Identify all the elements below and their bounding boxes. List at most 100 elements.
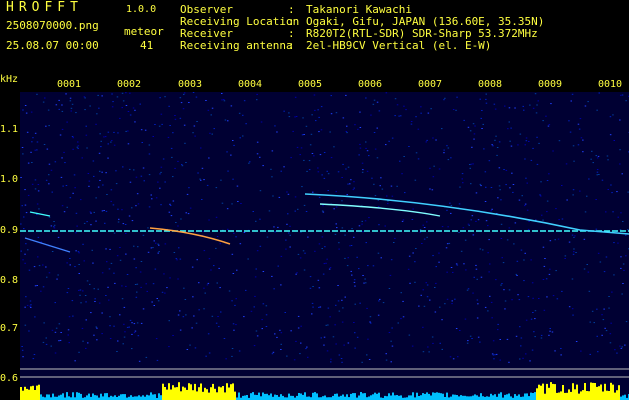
signal-level-bar	[368, 396, 370, 400]
noise-pixel	[358, 225, 361, 227]
noise-pixel	[467, 340, 469, 342]
noise-pixel	[100, 146, 102, 148]
noise-pixel	[95, 326, 97, 328]
noise-pixel	[534, 336, 536, 338]
noise-pixel	[390, 259, 393, 261]
noise-pixel	[438, 261, 440, 263]
noise-pixel	[221, 93, 223, 94]
noise-pixel	[475, 220, 477, 222]
noise-pixel	[327, 324, 329, 326]
noise-pixel	[103, 210, 105, 211]
noise-pixel	[50, 225, 53, 227]
noise-pixel	[36, 285, 38, 286]
noise-pixel	[131, 322, 133, 324]
noise-pixel	[530, 318, 533, 320]
noise-pixel	[24, 204, 27, 206]
noise-pixel	[219, 287, 221, 289]
noise-pixel	[58, 323, 61, 325]
noise-pixel	[313, 155, 315, 157]
noise-pixel	[449, 202, 451, 204]
noise-pixel	[193, 125, 196, 127]
noise-pixel	[125, 253, 127, 255]
noise-pixel	[524, 203, 527, 205]
signal-level-bar	[124, 394, 126, 400]
noise-pixel	[208, 157, 210, 159]
noise-pixel	[335, 304, 337, 306]
signal-level-bar	[214, 388, 216, 400]
noise-pixel	[71, 103, 74, 105]
signal-level-bar	[148, 395, 150, 400]
noise-pixel	[172, 176, 174, 178]
noise-pixel	[465, 269, 467, 271]
signal-level-bar	[38, 384, 40, 400]
noise-pixel	[163, 273, 165, 275]
noise-pixel	[447, 159, 450, 161]
signal-level-bar	[92, 393, 94, 400]
noise-pixel	[136, 283, 139, 285]
noise-pixel	[423, 305, 426, 307]
noise-pixel	[509, 140, 511, 142]
noise-pixel	[96, 339, 98, 341]
signal-level-bar	[566, 392, 568, 400]
noise-pixel	[112, 101, 114, 103]
noise-pixel	[106, 261, 108, 263]
noise-pixel	[274, 125, 276, 127]
noise-pixel	[542, 246, 545, 248]
noise-pixel	[469, 164, 471, 165]
noise-pixel	[363, 282, 365, 284]
noise-pixel	[530, 159, 533, 161]
noise-pixel	[119, 259, 122, 261]
noise-pixel	[104, 136, 107, 138]
noise-pixel	[621, 94, 624, 96]
noise-pixel	[196, 259, 198, 261]
noise-pixel	[255, 330, 258, 332]
noise-pixel	[207, 282, 210, 284]
signal-level-bar	[100, 393, 102, 400]
noise-pixel	[160, 113, 163, 115]
noise-pixel	[462, 182, 464, 184]
signal-level-bar	[400, 395, 402, 400]
noise-pixel	[137, 203, 140, 205]
noise-pixel	[611, 291, 613, 293]
noise-pixel	[170, 147, 173, 149]
noise-pixel	[532, 297, 534, 299]
noise-pixel	[22, 356, 24, 358]
signal-level-bar	[386, 396, 388, 400]
noise-pixel	[455, 109, 457, 111]
noise-pixel	[485, 220, 488, 222]
noise-pixel	[157, 243, 159, 245]
signal-level-bar	[378, 392, 380, 400]
noise-pixel	[109, 248, 111, 250]
noise-pixel	[340, 358, 343, 359]
noise-pixel	[259, 156, 261, 158]
noise-pixel	[227, 170, 229, 172]
noise-pixel	[613, 242, 615, 244]
noise-pixel	[450, 205, 453, 206]
signal-level-bar	[580, 391, 582, 400]
noise-pixel	[358, 154, 360, 156]
noise-pixel	[605, 256, 608, 258]
noise-pixel	[407, 268, 410, 270]
noise-pixel	[595, 199, 597, 200]
noise-pixel	[133, 258, 136, 260]
signal-level-bar	[178, 382, 180, 400]
noise-pixel	[361, 220, 363, 222]
noise-pixel	[80, 302, 82, 304]
noise-pixel	[210, 269, 212, 271]
noise-pixel	[177, 160, 179, 162]
signal-level-bar	[358, 395, 360, 400]
noise-pixel	[111, 93, 113, 95]
noise-pixel	[344, 257, 346, 259]
signal-level-bar	[518, 394, 520, 400]
noise-pixel	[378, 224, 380, 226]
noise-pixel	[491, 144, 493, 146]
noise-pixel	[349, 183, 351, 185]
noise-pixel	[121, 209, 123, 211]
noise-pixel	[591, 310, 594, 312]
noise-pixel	[62, 185, 64, 187]
noise-pixel	[113, 232, 116, 234]
noise-pixel	[323, 336, 326, 338]
noise-pixel	[150, 247, 153, 249]
signal-level-bar	[522, 396, 524, 400]
signal-level-bar	[482, 396, 484, 400]
